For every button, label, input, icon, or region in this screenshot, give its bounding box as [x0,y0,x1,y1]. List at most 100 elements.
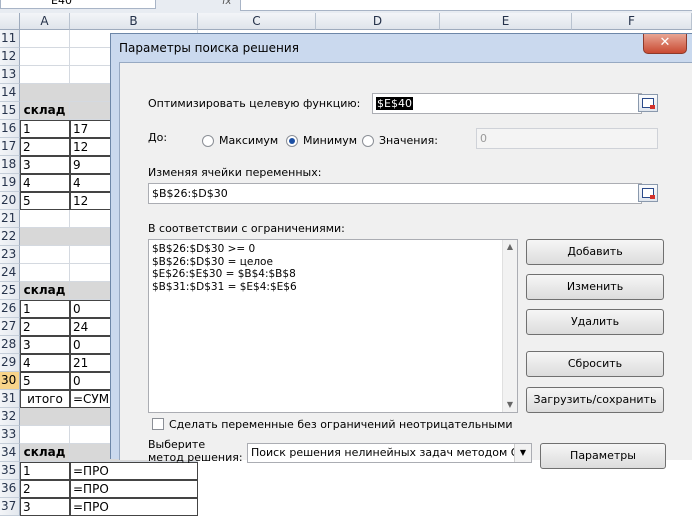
cell-a24[interactable] [20,264,70,282]
row-header-31[interactable]: 31 [0,390,20,408]
constraints-scrollbar[interactable]: ▲ ▼ [502,240,517,412]
cell-a34-value[interactable]: склад [20,444,70,462]
nonnegative-checkbox[interactable] [152,418,164,430]
cell-a11[interactable] [20,30,70,48]
row-header-35[interactable]: 35 [0,462,20,480]
cell-a17-value[interactable]: 2 [20,138,70,156]
column-header-e[interactable]: E [440,13,572,30]
dialog-client: Оптимизировать целевую функцию: $E$40 До… [119,62,692,469]
radio-minimum[interactable] [286,135,298,147]
row-header-17[interactable]: 17 [0,138,20,156]
value-input[interactable]: 0 [476,128,658,149]
options-button[interactable]: Параметры [540,443,666,469]
row-header-21[interactable]: 21 [0,210,20,228]
row-header-16[interactable]: 16 [0,120,20,138]
radio-value-label[interactable]: Значения: [379,134,438,147]
row-header-27[interactable]: 27 [0,318,20,336]
cell-a31-value[interactable]: итого [20,390,70,408]
row-header-30[interactable]: 30 [0,372,20,390]
cell-a30-value[interactable]: 5 [20,372,70,390]
radio-value[interactable] [362,135,374,147]
reset-button[interactable]: Сбросить [526,351,664,377]
delete-button[interactable]: Удалить [526,309,664,335]
constraint-item[interactable]: $E$26:$E$30 = $B$4:$B$8 [149,268,517,281]
fx-icon[interactable]: fx [222,0,231,7]
row-header-18[interactable]: 18 [0,156,20,174]
radio-maximum[interactable] [202,135,214,147]
cell-a37-value[interactable]: 3 [20,498,70,516]
row-header-22[interactable]: 22 [0,228,20,246]
row-header-23[interactable]: 23 [0,246,20,264]
formula-input[interactable] [240,0,692,11]
row-header-15[interactable]: 15 [0,102,20,120]
cell-a21[interactable] [20,210,70,228]
row-header-33[interactable]: 33 [0,426,20,444]
method-select[interactable]: Поиск решения нелинейных задач методом О… [247,443,532,463]
cell-a23[interactable] [20,246,70,264]
cell-b37-value[interactable]: =ПРО [70,498,198,516]
cell-a33[interactable] [20,426,70,444]
constraint-item[interactable]: $B$26:$D$30 = целое [149,256,517,269]
column-header-b[interactable]: B [70,13,198,30]
cell-a20-value[interactable]: 5 [20,192,70,210]
cell-a19-value[interactable]: 4 [20,174,70,192]
cell-a27-value[interactable]: 2 [20,318,70,336]
add-button[interactable]: Добавить [526,239,664,265]
row-header-29[interactable]: 29 [0,354,20,372]
to-label: До: [148,131,168,144]
row-header-34[interactable]: 34 [0,444,20,462]
column-header-d[interactable]: D [316,13,440,30]
cell-b36-value[interactable]: =ПРО [70,480,198,498]
close-button[interactable]: ✕ [643,34,687,54]
cell-a13[interactable] [20,66,70,84]
variables-ref-button[interactable] [638,184,658,202]
select-all-corner[interactable] [0,13,20,30]
row-header-26[interactable]: 26 [0,300,20,318]
cell-a18-value[interactable]: 3 [20,156,70,174]
cell-a12[interactable] [20,48,70,66]
cell-a35-value[interactable]: 1 [20,462,70,480]
row-header-24[interactable]: 24 [0,264,20,282]
cell-a26-value[interactable]: 1 [20,300,70,318]
scroll-up-icon[interactable]: ▲ [503,240,517,254]
row-header-13[interactable]: 13 [0,66,20,84]
row-header-36[interactable]: 36 [0,480,20,498]
radio-maximum-label[interactable]: Максимум [219,134,278,147]
load-save-button[interactable]: Загрузить/сохранить [526,387,664,413]
column-header-a[interactable]: A [20,13,70,30]
cell-a29-value[interactable]: 4 [20,354,70,372]
column-header-f[interactable]: F [572,13,692,30]
range-select-icon [642,188,655,199]
constraints-list[interactable]: $B$26:$D$30 >= 0 $B$26:$D$30 = целое $E$26… [148,239,518,413]
variables-input[interactable]: $B$26:$D$30 [148,183,642,204]
method-label-line2: метод решения: [148,451,243,464]
constraint-item[interactable]: $B$26:$D$30 >= 0 [149,243,517,256]
row-header-37[interactable]: 37 [0,498,20,516]
row-header-25[interactable]: 25 [0,282,20,300]
row-header-19[interactable]: 19 [0,174,20,192]
name-box[interactable]: E40 [0,0,156,9]
row-header-14[interactable]: 14 [0,84,20,102]
row-header-12[interactable]: 12 [0,48,20,66]
cell-a36-value[interactable]: 2 [20,480,70,498]
cell-a16-value[interactable]: 1 [20,120,70,138]
row-header-20[interactable]: 20 [0,192,20,210]
row-header-28[interactable]: 28 [0,336,20,354]
cell-a25-value[interactable]: склад [20,282,70,300]
constraint-item[interactable]: $B$31:$D$31 = $E$4:$E$6 [149,281,517,294]
radio-minimum-label[interactable]: Минимум [303,134,357,147]
method-label-line1: Выберите [148,438,206,451]
scroll-down-icon[interactable]: ▼ [503,398,517,412]
change-button[interactable]: Изменить [526,274,664,300]
cell-a28-value[interactable]: 3 [20,336,70,354]
cell-b35-value[interactable]: =ПРО [70,462,198,480]
variables-label: Изменяя ячейки переменных: [148,166,322,179]
objective-input[interactable]: $E$40 [372,93,642,114]
row-header-11[interactable]: 11 [0,30,20,48]
chevron-down-icon[interactable]: ▼ [514,444,531,462]
cell-a15-value[interactable]: склад [20,102,70,120]
objective-ref-button[interactable] [638,94,658,112]
row-header-32[interactable]: 32 [0,408,20,426]
nonnegative-label[interactable]: Сделать переменные без ограничений неотр… [169,418,513,431]
column-header-c[interactable]: C [198,13,316,30]
